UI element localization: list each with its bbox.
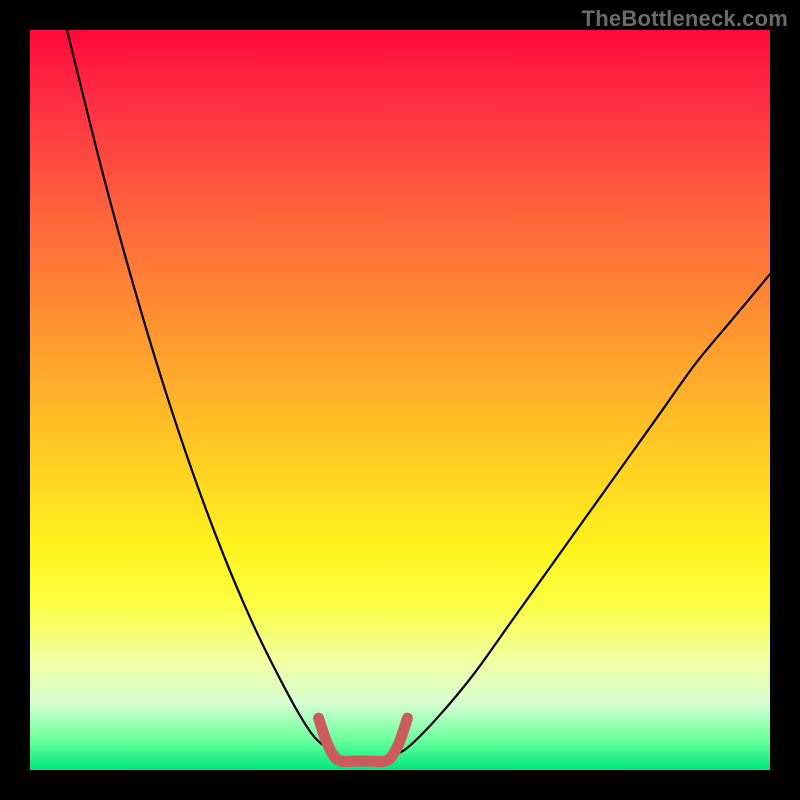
curves-svg xyxy=(30,30,770,770)
left-curve-path xyxy=(67,30,333,755)
plot-area xyxy=(30,30,770,770)
chart-frame: TheBottleneck.com xyxy=(0,0,800,800)
watermark-text: TheBottleneck.com xyxy=(582,6,788,32)
right-curve-path xyxy=(393,274,770,755)
valley-marker-path xyxy=(319,718,408,761)
